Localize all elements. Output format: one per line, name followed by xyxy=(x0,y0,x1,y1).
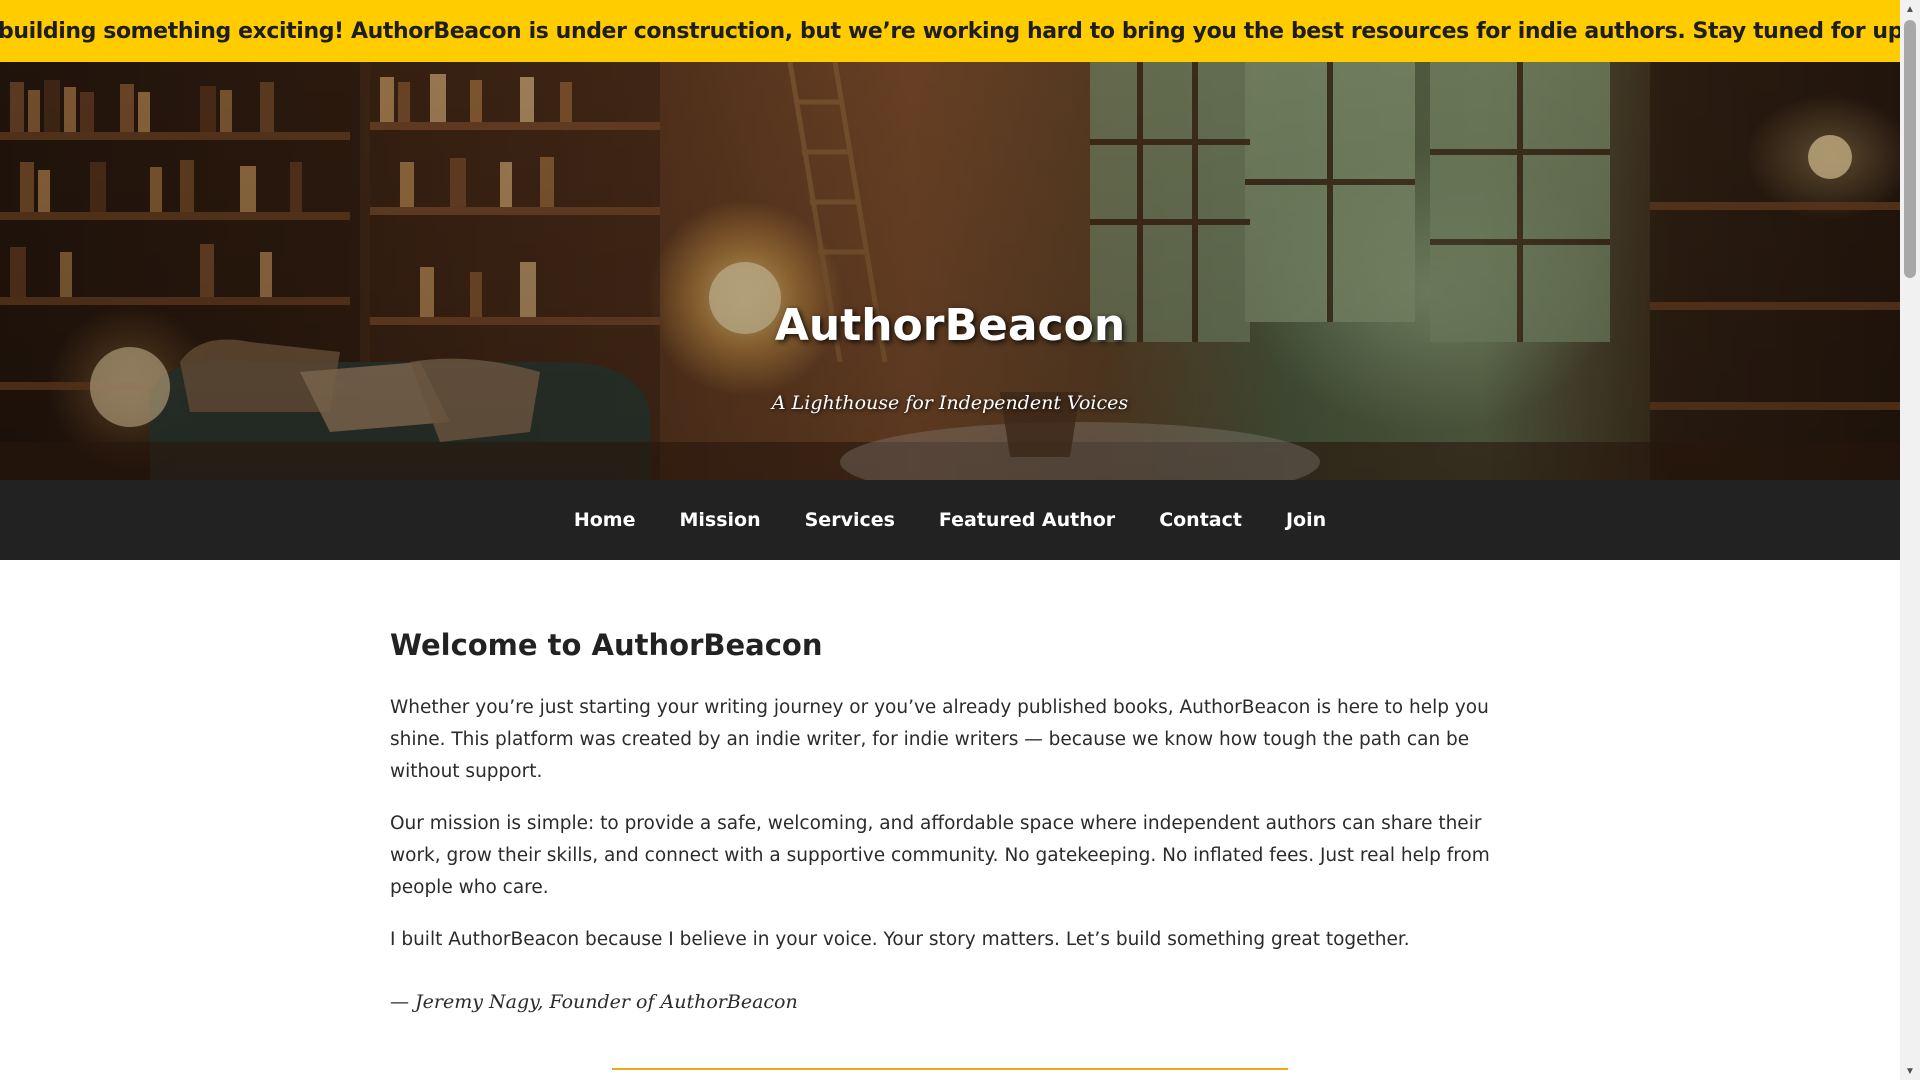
nav-item-featured-author[interactable]: Featured Author xyxy=(917,509,1137,531)
nav-item-home[interactable]: Home xyxy=(552,509,658,531)
site-title: AuthorBeacon xyxy=(774,300,1126,351)
founder-signature: — Jeremy Nagy, Founder of AuthorBeacon xyxy=(390,991,798,1013)
scroll-up-arrow-icon[interactable]: ▲ xyxy=(1900,0,1920,18)
welcome-section: Welcome to AuthorBeacon Whether you’re j… xyxy=(390,560,1510,1070)
hero-section: AuthorBeacon A Lighthouse for Independen… xyxy=(0,62,1900,480)
browser-viewport: We’re building something exciting! Autho… xyxy=(0,0,1900,1080)
banner-text: We’re building something exciting! Autho… xyxy=(0,18,1900,44)
welcome-heading: Welcome to AuthorBeacon xyxy=(390,628,823,662)
hero-overlay xyxy=(0,62,1900,480)
nav-item-join[interactable]: Join xyxy=(1264,509,1348,531)
belief-paragraph: I built AuthorBeacon because I believe i… xyxy=(390,929,1410,950)
scroll-down-arrow-icon[interactable]: ▼ xyxy=(1900,1062,1920,1080)
intro-paragraph: Whether you’re just starting your writin… xyxy=(390,697,1489,782)
nav-item-services[interactable]: Services xyxy=(783,509,917,531)
page: We’re building something exciting! Autho… xyxy=(0,0,1920,1080)
nav-item-mission[interactable]: Mission xyxy=(657,509,782,531)
vertical-scrollbar[interactable]: ▲ ▼ xyxy=(1900,0,1920,1080)
section-divider xyxy=(612,1068,1288,1070)
mission-paragraph: Our mission is simple: to provide a safe… xyxy=(390,813,1490,898)
scrollbar-thumb[interactable] xyxy=(1904,20,1916,278)
main-navigation: Home Mission Services Featured Author Co… xyxy=(0,480,1900,560)
construction-banner: We’re building something exciting! Autho… xyxy=(0,0,1900,62)
site-tagline: A Lighthouse for Independent Voices xyxy=(771,392,1129,414)
nav-item-contact[interactable]: Contact xyxy=(1137,509,1264,531)
